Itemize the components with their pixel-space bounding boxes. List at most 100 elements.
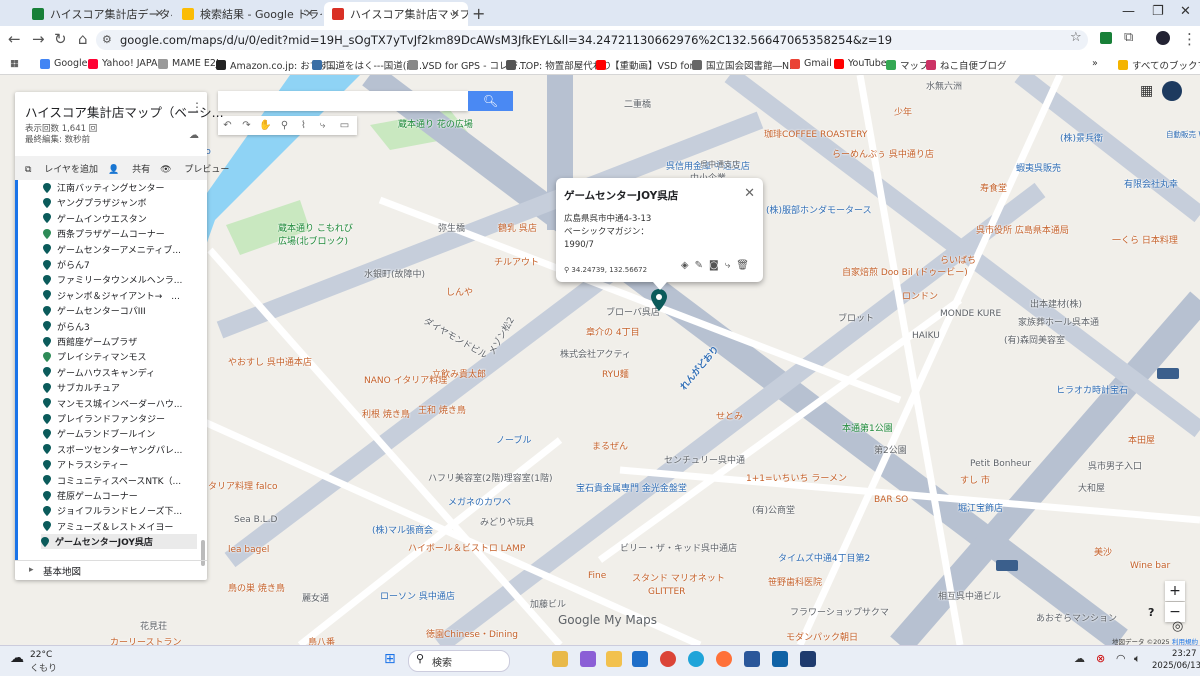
map-label[interactable]: ビリー・ザ・キッド呉中通店 bbox=[620, 541, 737, 554]
weather-description[interactable]: くもり bbox=[30, 661, 57, 674]
bookmark-youtube[interactable]: YouTube bbox=[834, 58, 887, 69]
tab-drive[interactable]: 検索結果 - Google ドライブ✕ bbox=[174, 2, 322, 26]
reload-button[interactable]: ↻ bbox=[54, 30, 67, 48]
close-icon[interactable]: ✕ bbox=[451, 7, 460, 20]
outlook-icon[interactable] bbox=[632, 651, 648, 667]
map-label[interactable]: 宝石貴金属専門 金光金盤堂 bbox=[576, 481, 687, 494]
map-label[interactable]: RYU麺 bbox=[602, 367, 629, 380]
all-bookmarks[interactable]: すべてのブックマーク bbox=[1118, 58, 1200, 72]
map-label[interactable]: 鳥の巣 焼き鳥 bbox=[228, 581, 285, 594]
wifi-icon[interactable]: ◠ bbox=[1116, 652, 1126, 665]
map-label[interactable]: 少年 bbox=[894, 105, 912, 118]
maximize-button[interactable]: ❐ bbox=[1152, 4, 1164, 19]
map-label[interactable]: 利根 焼き鳥 bbox=[362, 407, 410, 420]
place-list-item[interactable]: プレイランドファンタジー bbox=[43, 411, 165, 426]
tab-mymaps[interactable]: ハイスコア集計店マップ（ベーシッ✕ bbox=[324, 2, 468, 26]
place-list-item[interactable]: アトラスシティー bbox=[43, 457, 128, 472]
paint-bucket-icon[interactable]: ◈ bbox=[681, 260, 695, 271]
place-list-item[interactable]: ゲームインウエスタン bbox=[43, 211, 147, 226]
map-label[interactable]: ロンドン bbox=[902, 289, 938, 302]
place-list-item[interactable]: ゲームランドブールイン bbox=[43, 426, 155, 441]
close-icon[interactable]: ✕ bbox=[305, 7, 314, 20]
place-list-item[interactable]: コミュニティスペースNTK（... bbox=[43, 473, 181, 488]
map-label[interactable]: (株)マル張商会 bbox=[372, 523, 433, 536]
place-list-item[interactable]: 江南バッティングセンター bbox=[43, 180, 164, 195]
map-label[interactable]: メガネのカワベ bbox=[448, 495, 511, 508]
map-label[interactable]: 蔵本通り こもれび広場(北ブロック) bbox=[278, 221, 358, 247]
map-label[interactable]: あおぞらマンション bbox=[1036, 611, 1117, 624]
measure-icon[interactable]: ▭ bbox=[332, 116, 357, 135]
map-label[interactable]: らいばち bbox=[940, 253, 976, 266]
file-explorer-icon[interactable] bbox=[606, 651, 622, 667]
map-label[interactable]: すし 市 bbox=[960, 473, 990, 486]
map-options-kebab-icon[interactable]: ⋮ bbox=[191, 100, 203, 114]
weather-temperature[interactable]: 22°C bbox=[30, 650, 52, 660]
bookmarks-overflow-icon[interactable]: » bbox=[1092, 58, 1098, 69]
bookmark-vsd-video[interactable]: 【重動画】VSD for... bbox=[596, 58, 702, 72]
place-list-item[interactable]: 西条プラザゲームコーナー bbox=[43, 226, 165, 241]
minimize-button[interactable]: — bbox=[1122, 4, 1135, 19]
map-label[interactable]: 笹野歯科医院 bbox=[768, 575, 822, 588]
map-label[interactable]: ローソン 呉中通店 bbox=[380, 589, 455, 602]
place-list-item[interactable]: ジョイフルランドヒノーズ下... bbox=[43, 503, 182, 518]
map-label[interactable]: BAR SO bbox=[874, 495, 908, 505]
security-icon[interactable]: ⊗ bbox=[1096, 652, 1105, 665]
close-window-button[interactable]: ✕ bbox=[1180, 4, 1191, 19]
terms-link[interactable]: 利用規約 bbox=[1172, 636, 1198, 645]
new-tab-button[interactable]: + bbox=[472, 4, 485, 23]
windows-start-icon[interactable]: ⊞ bbox=[384, 651, 396, 667]
map-label[interactable]: 家族葬ホール呉本通 bbox=[1018, 315, 1099, 328]
map-label[interactable]: 出本建材(株) bbox=[1030, 297, 1082, 310]
map-label[interactable]: やおすし 呉中通本店 bbox=[228, 355, 312, 368]
map-label[interactable]: スタンド マリオネット bbox=[632, 571, 725, 584]
tab-sheets[interactable]: ハイスコア集計店データベース - Goo✕ bbox=[24, 2, 172, 26]
map-label[interactable]: センチュリー呉中通 bbox=[664, 453, 745, 466]
map-label[interactable]: 珈琲COFFEE ROASTERY bbox=[764, 127, 867, 140]
back-button[interactable]: ← bbox=[8, 30, 21, 48]
map-label[interactable]: 相互呉中通ビル bbox=[938, 589, 1001, 602]
place-list-item[interactable]: プレイシティマンモス bbox=[43, 349, 146, 364]
preview-button[interactable]: 👁 プレビュー bbox=[160, 162, 229, 175]
home-button[interactable]: ⌂ bbox=[78, 30, 88, 48]
add-layer-button[interactable]: ⧉ レイヤを追加 bbox=[25, 162, 98, 175]
map-label[interactable]: (有)森岡美容室 bbox=[1004, 333, 1065, 346]
map-label[interactable]: 麗女通 bbox=[302, 591, 329, 604]
expand-icon[interactable]: ▸ bbox=[29, 565, 34, 575]
map-label[interactable]: HAIKU bbox=[912, 331, 940, 341]
map-label[interactable]: タイムズ中通4丁目第2 bbox=[778, 551, 870, 564]
base-map-toggle[interactable]: ▸ 基本地図 bbox=[15, 560, 207, 581]
menu-kebab-icon[interactable]: ⋮ bbox=[1182, 30, 1197, 48]
map-label[interactable]: らーめんぷぅ 呉中通り店 bbox=[832, 147, 934, 160]
place-list-item[interactable]: マンモス城インベーダーハウ... bbox=[43, 396, 182, 411]
volume-icon[interactable]: 🔈︎ bbox=[1134, 652, 1141, 666]
firefox-icon[interactable] bbox=[716, 651, 732, 667]
place-list-item[interactable]: がらん7 bbox=[43, 257, 90, 272]
map-label[interactable]: 堀江宝飾店 bbox=[958, 501, 1003, 514]
map-label[interactable]: まるぜん bbox=[592, 439, 628, 452]
map-label[interactable]: 徳園Chinese・Dining bbox=[426, 627, 518, 640]
apps-grid-icon[interactable]: ▦ bbox=[1140, 83, 1153, 99]
map-label[interactable]: 本田屋 bbox=[1128, 433, 1155, 446]
map-label[interactable]: 株式会社アクティ bbox=[560, 347, 631, 360]
share-button[interactable]: 👤 共有 bbox=[108, 162, 150, 175]
map-label[interactable]: 蔵本通り 花の広場 bbox=[398, 117, 473, 130]
place-list-item[interactable]: ゲームハウスキャンディ bbox=[43, 365, 155, 380]
map-label[interactable]: 呉市男子入口 bbox=[1088, 459, 1142, 472]
map-label[interactable]: Sea B.L.D bbox=[234, 515, 277, 525]
place-list-item[interactable]: アミューズ＆レストメイヨー bbox=[43, 519, 173, 534]
map-label[interactable]: みどりや玩具 bbox=[480, 515, 534, 528]
place-list-item[interactable]: ファミリータウンメルヘンラ... bbox=[43, 272, 182, 287]
map-label[interactable]: 1+1=いちいち ラーメン bbox=[746, 471, 847, 484]
map-label[interactable]: MONDE KURE bbox=[940, 309, 1001, 319]
map-label[interactable]: 一くら 日本料理 bbox=[1112, 233, 1178, 246]
map-label[interactable]: 寿食堂 bbox=[980, 181, 1007, 194]
clock-date[interactable]: 2025/06/13 bbox=[1152, 661, 1200, 671]
bookmark-maps[interactable]: マップ bbox=[886, 58, 929, 72]
map-label[interactable]: 水無六洲 bbox=[926, 79, 962, 92]
draw-line-icon[interactable]: ⌇ bbox=[294, 116, 313, 135]
map-label[interactable]: 花見荘 bbox=[140, 619, 167, 632]
close-icon[interactable]: ✕ bbox=[155, 7, 164, 20]
directions-icon[interactable]: ⤷ bbox=[725, 260, 737, 271]
map-label[interactable]: 呉市役所 広島県本通局 bbox=[976, 223, 1069, 236]
map-label[interactable]: 自家焙煎 Doo Bil (ドゥービー) bbox=[842, 265, 968, 278]
